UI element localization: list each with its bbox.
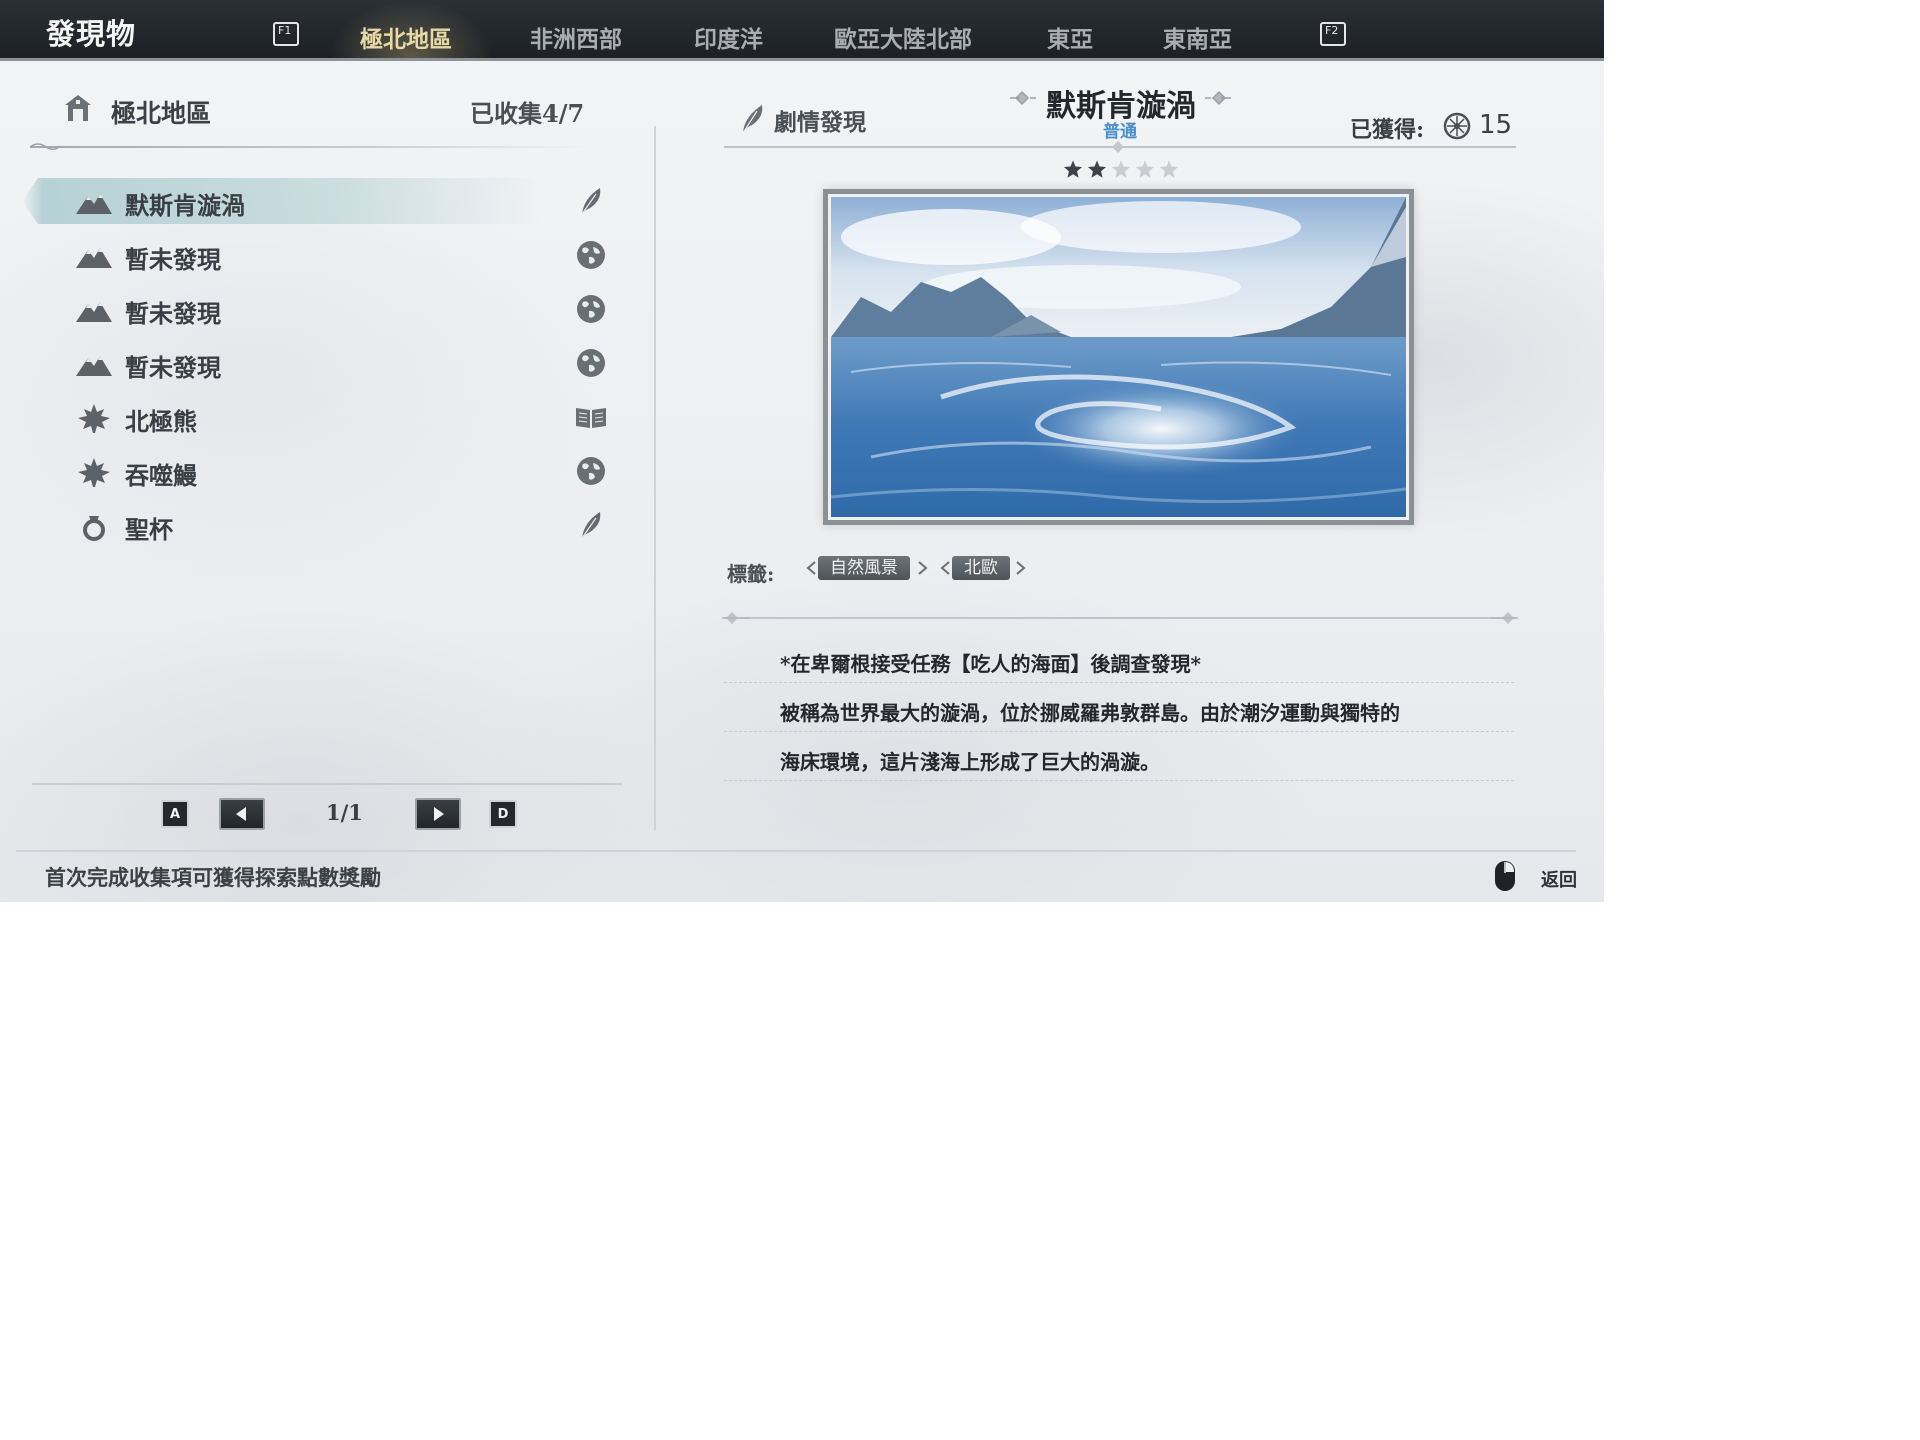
tab-indian-ocean[interactable]: 印度洋 — [694, 20, 763, 54]
discovery-image-frame — [823, 189, 1414, 525]
top-bar: 發現物 F1 極北地區 非洲西部 印度洋 歐亞大陸北部 東亞 東南亞 F2 — [0, 0, 1604, 58]
tag-ornament-icon — [1016, 561, 1026, 575]
f2-key-hint[interactable]: F2 — [1320, 22, 1346, 46]
list-item-label: 聖杯 — [125, 515, 173, 544]
list-item-label: 默斯肯漩渦 — [125, 191, 245, 220]
tab-southeast-asia[interactable]: 東南亞 — [1163, 20, 1232, 54]
next-page-button[interactable] — [415, 798, 461, 830]
globe-icon — [577, 457, 605, 485]
list-item[interactable]: 暫未發現 — [22, 338, 622, 390]
reward-hint: 首次完成收集項可獲得探索點數獎勵 — [45, 865, 381, 890]
discoveries-screen: 發現物 F1 極北地區 非洲西部 印度洋 歐亞大陸北部 東亞 東南亞 F2 極北… — [0, 0, 1604, 902]
description-line: 被稱為世界最大的漩渦，位於挪威羅弗敦群島。由於潮汐運動與獨特的 — [780, 701, 1400, 725]
tab-northern-eurasia[interactable]: 歐亞大陸北部 — [834, 20, 972, 54]
prev-page-key-hint[interactable]: A — [161, 800, 189, 828]
tags-label: 標籤: — [727, 562, 775, 586]
list-item-label: 暫未發現 — [125, 245, 221, 274]
home-icon — [65, 95, 91, 121]
tab-east-asia[interactable]: 東亞 — [1047, 20, 1093, 54]
region-title: 極北地區 — [111, 99, 212, 128]
tag-chip: 北歐 — [952, 556, 1010, 580]
description-rule — [724, 682, 1514, 683]
list-item[interactable]: 暫未發現 — [22, 230, 622, 282]
tab-west-africa[interactable]: 非洲西部 — [530, 20, 622, 54]
list-item-label: 暫未發現 — [125, 299, 221, 328]
list-item[interactable]: 暫未發現 — [22, 284, 622, 336]
title-ornament-right-icon — [1205, 90, 1231, 106]
list-item[interactable]: 北極熊 — [22, 392, 622, 444]
globe-icon — [577, 295, 605, 323]
globe-icon — [577, 241, 605, 269]
list-item-label: 暫未發現 — [125, 353, 221, 382]
leaf-icon — [78, 404, 110, 433]
title-ornament-left-icon — [1010, 90, 1036, 106]
divider-ornament-icon — [29, 143, 61, 150]
divider-diamond-icon — [1112, 141, 1124, 153]
list-item-label: 吞噬鰻 — [125, 461, 197, 490]
discovery-category: 劇情發現 — [774, 109, 866, 136]
tag-chip: 自然風景 — [818, 556, 910, 580]
mountain-icon — [76, 194, 112, 214]
feather-icon — [581, 512, 601, 539]
tag-ornament-icon — [918, 561, 928, 575]
tab-arctic[interactable]: 極北地區 — [360, 20, 452, 54]
description-divider — [724, 617, 1516, 619]
mountain-icon — [76, 302, 112, 322]
page-indicator: 1/1 — [326, 800, 363, 825]
maelstrom-illustration — [831, 197, 1406, 517]
divider-ornament-right-icon — [1490, 612, 1518, 624]
leaf-icon — [78, 458, 110, 487]
mountain-icon — [76, 356, 112, 376]
star-filled-icon — [1087, 160, 1107, 178]
description-rule — [724, 731, 1514, 732]
feather-icon — [581, 188, 601, 215]
obtained-label: 已獲得: — [1350, 117, 1425, 143]
left-header-divider — [30, 146, 590, 148]
arrow-left-icon — [236, 807, 246, 821]
feather-icon — [742, 105, 763, 134]
arrow-right-icon — [434, 807, 444, 821]
tag-ornament-icon — [940, 561, 950, 575]
star-empty-icon — [1135, 160, 1155, 178]
rarity-label: 普通 — [1103, 122, 1137, 142]
tag-ornament-icon — [806, 561, 816, 575]
star-empty-icon — [1111, 160, 1131, 178]
list-item[interactable]: 吞噬鰻 — [22, 446, 622, 498]
star-filled-icon — [1063, 160, 1083, 178]
mountain-icon — [76, 248, 112, 268]
next-page-key-hint[interactable]: D — [489, 800, 517, 828]
globe-icon — [577, 349, 605, 377]
list-item[interactable]: 默斯肯漩渦 — [22, 176, 622, 228]
description-line: *在卑爾根接受任務【吃人的海面】後調查發現* — [780, 652, 1201, 676]
left-footer-divider — [32, 783, 622, 785]
description-line: 海床環境，這片淺海上形成了巨大的渦漩。 — [780, 750, 1160, 774]
list-item[interactable]: 聖杯 — [22, 500, 622, 552]
ring-icon — [83, 516, 105, 541]
star-empty-icon — [1159, 160, 1179, 178]
footer-divider — [16, 850, 1576, 852]
rarity-stars — [1063, 160, 1179, 178]
app-title: 發現物 — [46, 17, 137, 51]
back-button[interactable]: 返回 — [1541, 866, 1577, 892]
collected-count: 已收集4/7 — [470, 99, 585, 128]
obtained-points: 15 — [1479, 110, 1513, 140]
top-bar-divider — [0, 58, 1604, 61]
book-icon — [576, 408, 606, 428]
panel-separator — [654, 126, 656, 830]
mouse-icon — [1495, 861, 1515, 891]
f1-key-hint[interactable]: F1 — [273, 22, 299, 46]
description-rule — [724, 780, 1514, 781]
prev-page-button[interactable] — [219, 798, 265, 830]
list-item-label: 北極熊 — [125, 407, 197, 436]
compass-icon — [1443, 112, 1471, 140]
divider-ornament-left-icon — [722, 612, 750, 624]
